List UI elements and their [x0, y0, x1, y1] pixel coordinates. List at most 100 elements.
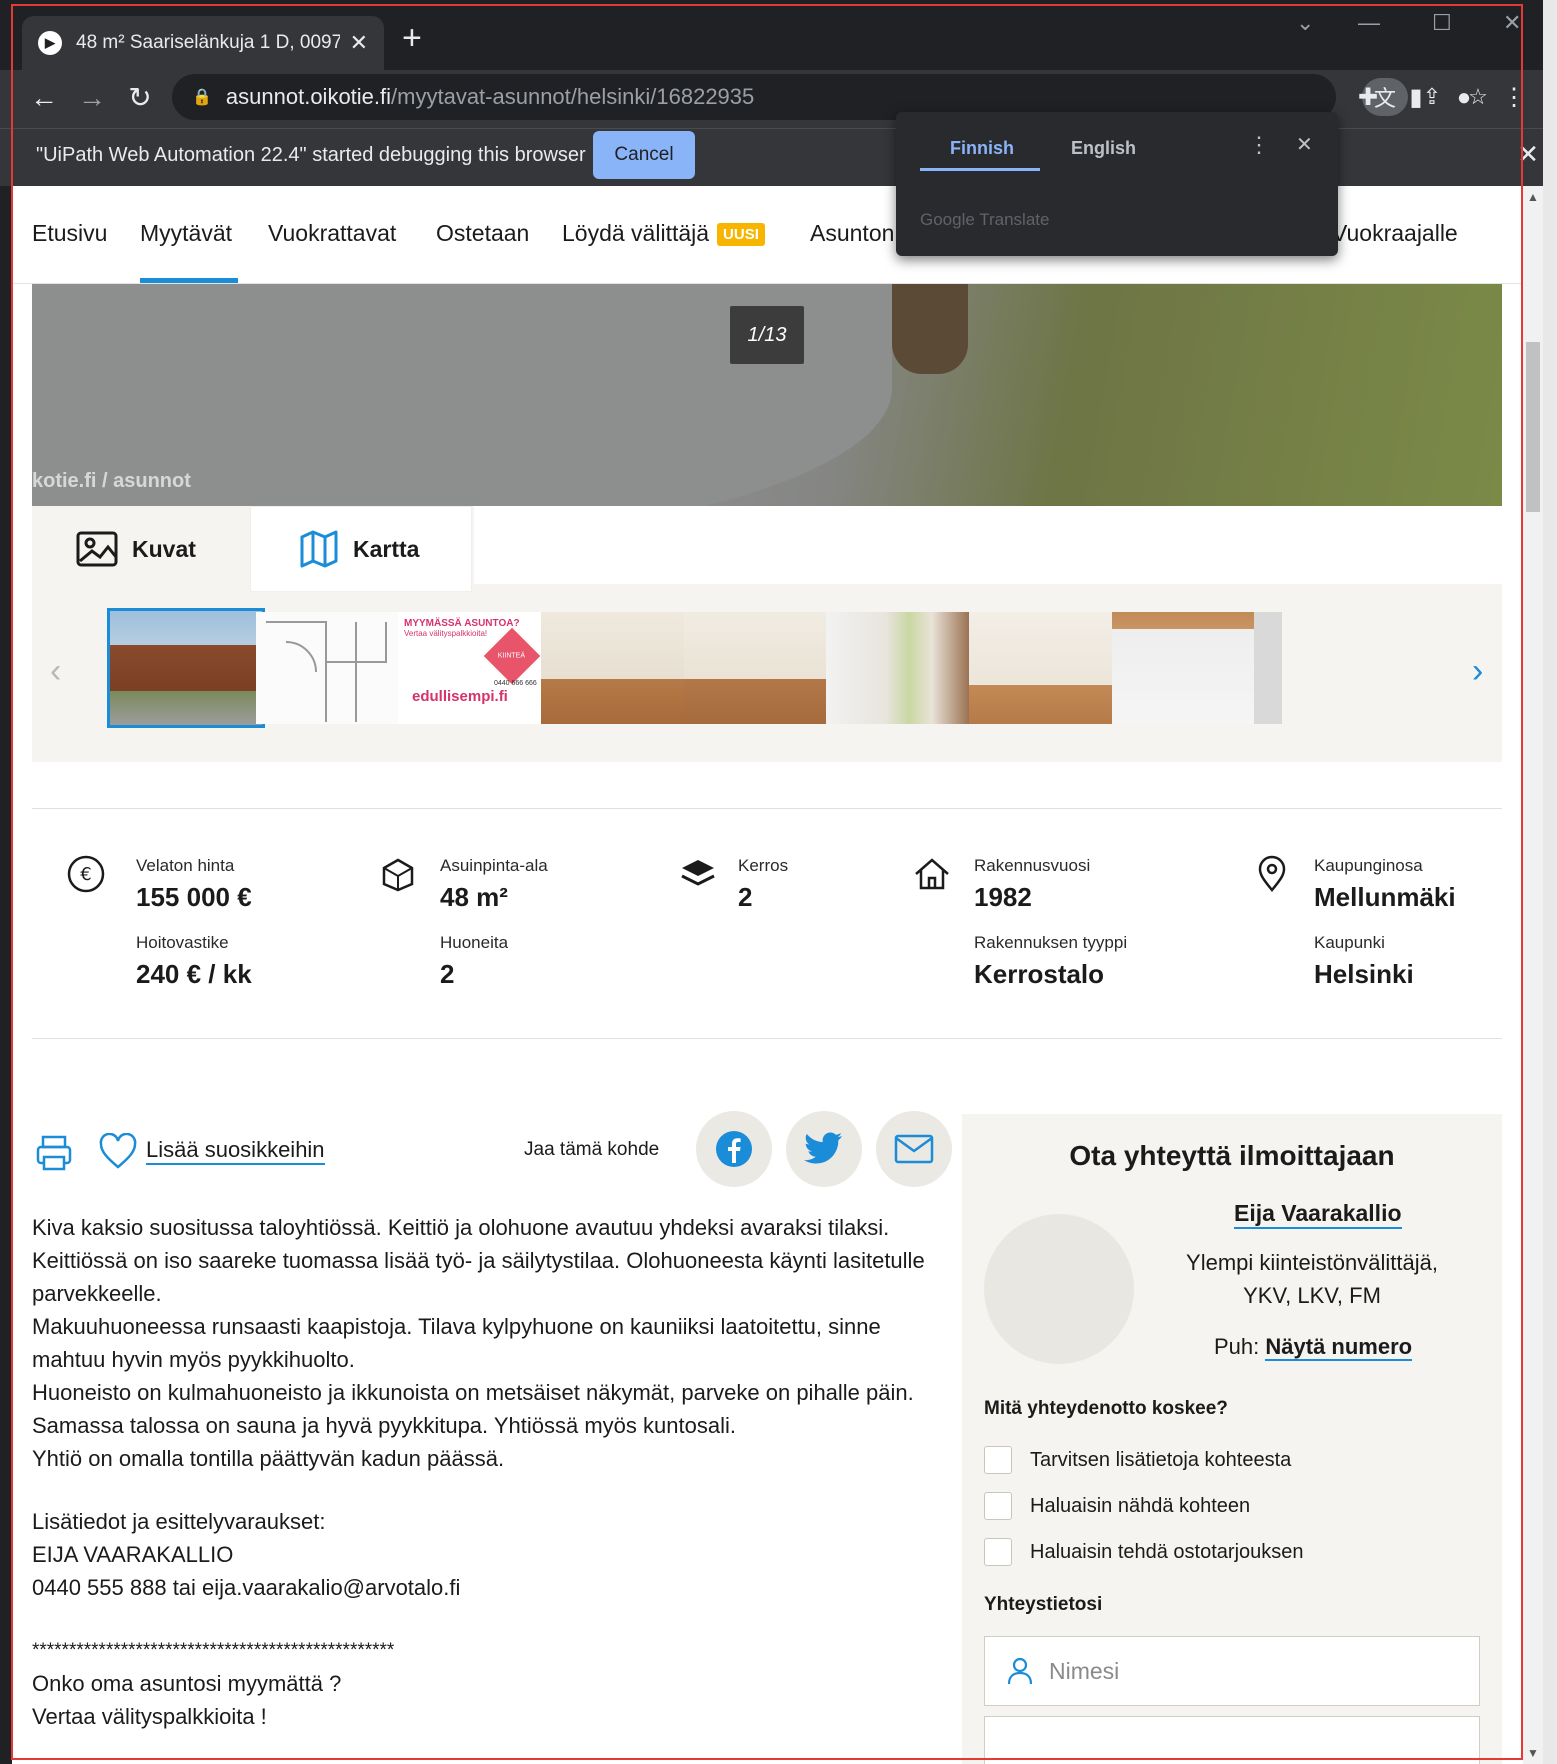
thumbnail-6[interactable] [826, 612, 977, 724]
fact-build-year: Rakennusvuosi 1982 [974, 856, 1090, 913]
menu-kebab-icon[interactable]: ⋮ [1494, 78, 1534, 118]
tab-kuvat-label: Kuvat [132, 535, 196, 562]
thumbnail-4[interactable] [541, 612, 692, 724]
close-window-button[interactable]: ✕ [1503, 10, 1521, 36]
add-favorite-link[interactable]: Lisää suosikkeihin [146, 1137, 325, 1165]
description-paragraph: Makuuhuoneessa runsaasti kaapistoja. Til… [32, 1314, 881, 1372]
fact-maintenance: Hoitovastike 240 € / kk [136, 933, 252, 990]
email-input[interactable] [984, 1716, 1480, 1764]
reload-button[interactable]: ↻ [120, 78, 160, 118]
name-input[interactable]: Nimesi [984, 1636, 1480, 1706]
scroll-down-icon[interactable]: ▼ [1527, 1746, 1539, 1760]
thumb-next-icon[interactable]: › [1472, 652, 1483, 691]
print-icon[interactable] [34, 1133, 74, 1173]
nav-item-vuokraajalle[interactable]: Vuokraajalle [1332, 220, 1458, 247]
fact-label: Velaton hinta [136, 856, 235, 875]
fact-value: Helsinki [1314, 959, 1414, 989]
description-paragraph: Lisätiedot ja esittelyvaraukset: [32, 1509, 326, 1534]
translate-source-tab[interactable]: Finnish [950, 138, 1014, 159]
browser-window: ▶ 48 m² Saariselänkuja 1 D, 00970 I ✕ + … [0, 0, 1557, 1764]
photo-counter: 1/13 [730, 306, 804, 364]
scrollbar-thumb[interactable] [1526, 342, 1540, 512]
fact-label: Huoneita [440, 933, 509, 952]
side-panel-icon[interactable]: ▮ [1396, 78, 1436, 118]
thumbnail-8[interactable] [1112, 612, 1263, 724]
fact-value: 155 000 € [136, 882, 252, 912]
fact-floor: Kerros 2 [738, 856, 788, 913]
heart-icon[interactable] [98, 1133, 138, 1171]
tab-kartta[interactable]: Kartta [250, 506, 472, 592]
thumbnail-9[interactable] [1254, 612, 1282, 724]
checkbox-label: Haluaisin nähdä kohteen [1030, 1494, 1251, 1517]
nav-item-myytavat[interactable]: Myytävät [140, 220, 232, 247]
checkbox[interactable] [984, 1446, 1012, 1474]
watermark: kotie.fi / asunnot [32, 470, 191, 492]
thumbnail-5[interactable] [684, 612, 835, 724]
minimize-button[interactable]: — [1358, 10, 1380, 36]
agent-name-link[interactable]: Eija Vaarakallio [1234, 1200, 1402, 1229]
thumbnail-2[interactable] [256, 612, 407, 724]
description-paragraph: Onko oma asuntosi myymättä ? [32, 1671, 342, 1696]
map-icon [300, 530, 338, 568]
mail-icon [894, 1134, 934, 1164]
nav-item-vuokrattavat[interactable]: Vuokrattavat [268, 220, 396, 247]
maximize-button[interactable]: ☐ [1432, 10, 1452, 36]
checkbox[interactable] [984, 1538, 1012, 1566]
checkbox[interactable] [984, 1492, 1012, 1520]
show-number-link[interactable]: Näytä numero [1265, 1334, 1413, 1361]
fact-value: Mellunmäki [1314, 882, 1456, 912]
tab-title: 48 m² Saariselänkuja 1 D, 00970 I [76, 32, 340, 53]
translate-close-icon[interactable]: ✕ [1296, 132, 1313, 157]
person-icon [1007, 1657, 1033, 1685]
nav-item-ostetaan[interactable]: Ostetaan [436, 220, 529, 247]
agent-phone: Puh: Näytä numero [1214, 1334, 1413, 1361]
nav-item-loyda-valittaja[interactable]: Löydä välittäjä UUSI [562, 220, 765, 247]
fact-label: Kaupunki [1314, 933, 1385, 952]
checkbox-viewing[interactable]: Haluaisin nähdä kohteen [984, 1492, 1250, 1520]
close-tab-icon[interactable]: ✕ [350, 30, 368, 56]
fact-value: 1982 [974, 882, 1032, 912]
checkbox-more-info[interactable]: Tarvitsen lisätietoja kohteesta [984, 1446, 1291, 1474]
nav-item-label: Löydä välittäjä [562, 220, 710, 246]
fact-label: Rakennusvuosi [974, 856, 1091, 875]
scroll-up-icon[interactable]: ▲ [1527, 190, 1539, 204]
close-infobar-icon[interactable]: ✕ [1517, 139, 1539, 170]
description-paragraph: Kiva kaksio suositussa taloyhtiössä. Kei… [32, 1215, 925, 1306]
thumbnail-1[interactable] [107, 608, 265, 728]
browser-tab[interactable]: ▶ 48 m² Saariselänkuja 1 D, 00970 I ✕ [22, 16, 384, 70]
thumbnail-7[interactable] [969, 612, 1120, 724]
profile-icon[interactable]: ● [1444, 78, 1484, 118]
checkbox-offer[interactable]: Haluaisin tehdä ostotarjouksen [984, 1538, 1304, 1566]
background-window-edge [1543, 0, 1557, 1764]
contact-panel: Ota yhteyttä ilmoittajaan Eija Vaarakall… [962, 1114, 1502, 1764]
back-button[interactable]: ← [24, 78, 64, 118]
new-tab-button[interactable]: + [402, 20, 422, 56]
thumbnail-3-ad[interactable]: MYYMÄSSÄ ASUNTOA? Vertaa välityspalkkioi… [398, 612, 549, 724]
fact-label: Kerros [738, 856, 789, 875]
image-icon [76, 531, 118, 567]
new-badge: UUSI [717, 223, 765, 246]
extensions-icon[interactable]: ✚ [1348, 78, 1388, 118]
floor-area-icon [382, 858, 414, 892]
tab-kuvat[interactable]: Kuvat [32, 506, 244, 592]
agent-title: Ylempi kiinteistönvälittäjä, YKV, LKV, F… [1186, 1250, 1438, 1308]
translate-provider: Google Translate [920, 210, 1050, 229]
page-scrollbar[interactable]: ▲ ▼ [1523, 186, 1543, 1764]
fact-building-type: Rakennuksen tyyppi Kerrostalo [974, 933, 1127, 990]
nav-item-asunto[interactable]: Asunton [810, 220, 894, 247]
house-icon [915, 858, 949, 890]
lock-icon[interactable]: 🔒 [192, 87, 212, 107]
translate-target-tab[interactable]: English [1071, 138, 1136, 159]
tab-search-icon[interactable]: ⌄ [1296, 10, 1314, 36]
share-facebook-button[interactable] [696, 1111, 772, 1187]
cancel-debug-button[interactable]: Cancel [593, 131, 695, 179]
contact-info-heading: Yhteystietosi [984, 1594, 1103, 1615]
translate-options-icon[interactable]: ⋮ [1248, 132, 1270, 158]
share-email-button[interactable] [876, 1111, 952, 1187]
share-twitter-button[interactable] [786, 1111, 862, 1187]
nav-item-etusivu[interactable]: Etusivu [32, 220, 107, 247]
thumb-prev-icon[interactable]: ‹ [50, 652, 61, 691]
forward-button[interactable]: → [72, 78, 112, 118]
photo-tree-trunk [892, 284, 968, 374]
fact-price: Velaton hinta 155 000 € [136, 856, 252, 913]
